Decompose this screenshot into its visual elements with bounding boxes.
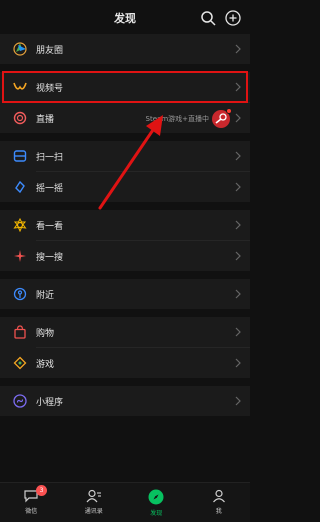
tab-discover[interactable]: 发现: [125, 483, 188, 522]
tab-me[interactable]: 我: [188, 483, 251, 522]
tab-label: 发现: [150, 510, 163, 517]
person-icon: [212, 489, 225, 503]
unread-badge: 3: [36, 485, 47, 496]
contacts-icon: [86, 489, 101, 503]
tab-label: 通讯录: [84, 508, 103, 515]
tab-bar: 3 微信 通讯录 发现 我: [0, 482, 250, 522]
compass-icon: [148, 489, 164, 505]
tab-label: 我: [215, 508, 222, 515]
tab-contacts[interactable]: 通讯录: [63, 483, 126, 522]
tab-chats[interactable]: 3 微信: [0, 483, 63, 522]
tab-label: 微信: [25, 508, 38, 515]
annotation-arrow: [98, 115, 163, 210]
